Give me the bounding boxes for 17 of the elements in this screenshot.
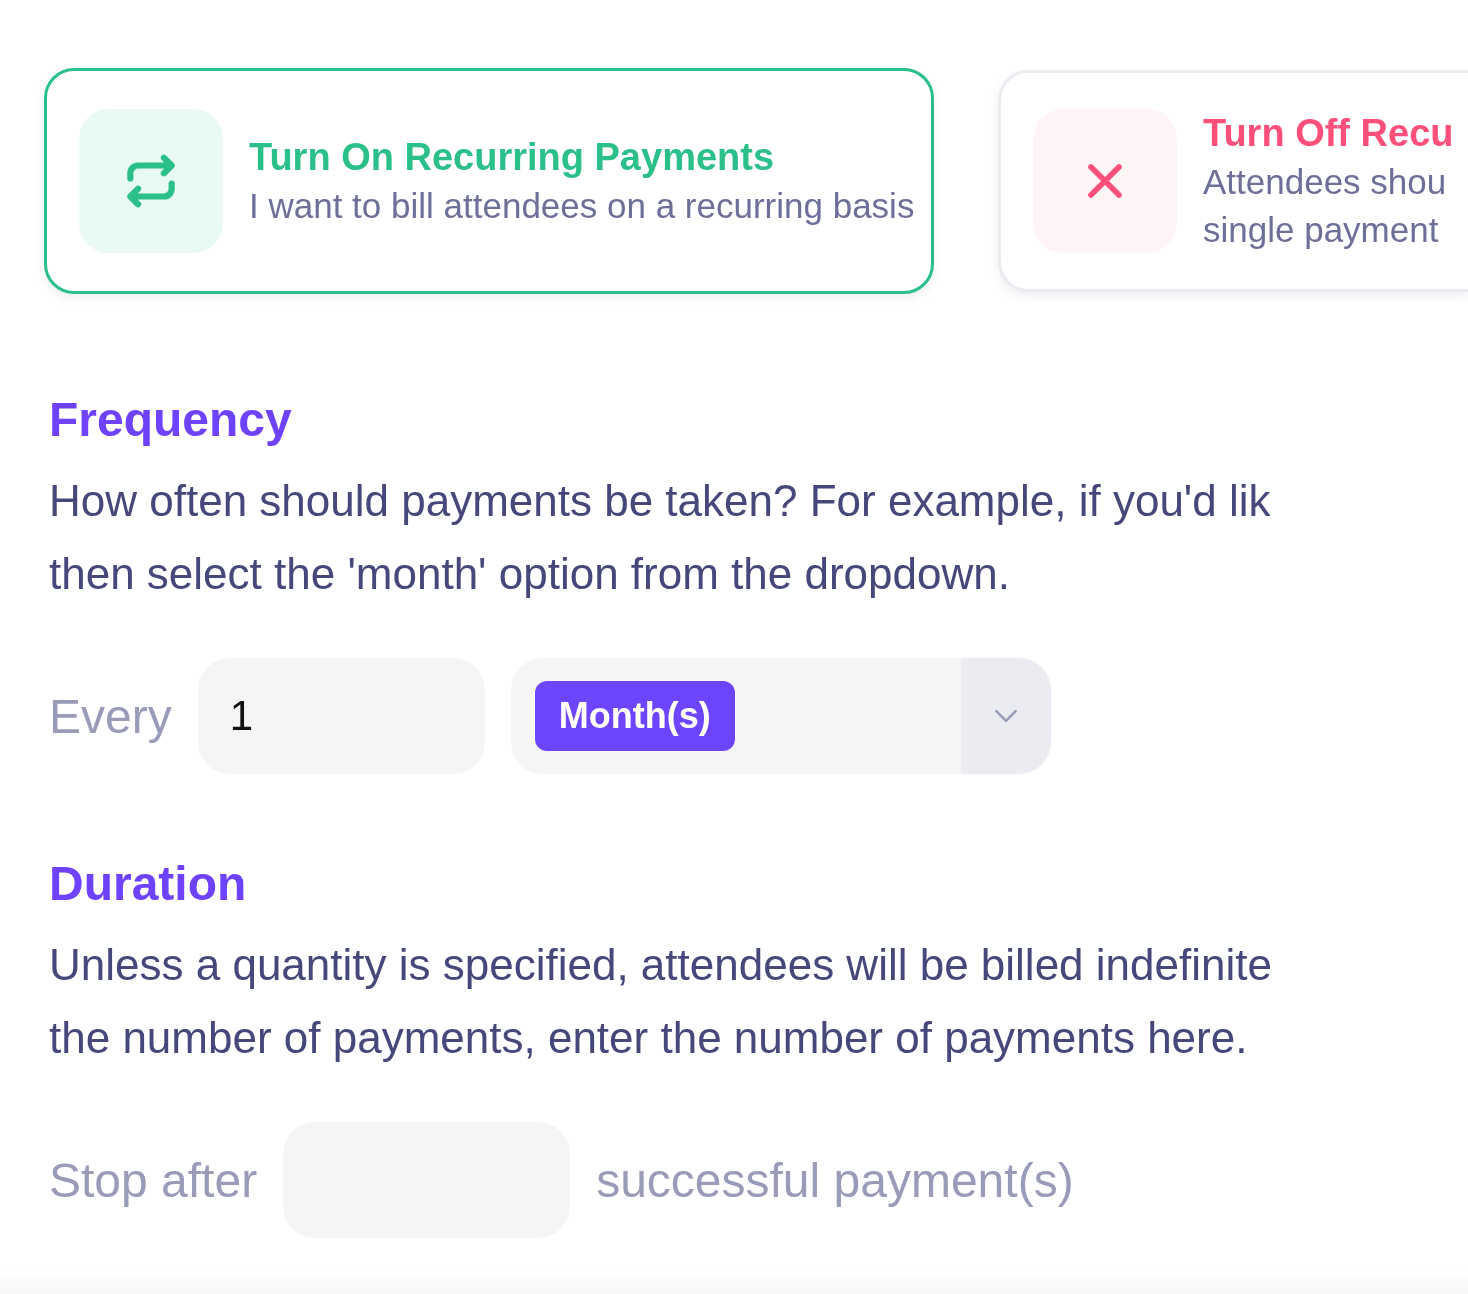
field-label: successful payment(s) (596, 1152, 1074, 1208)
section-heading: Frequency (49, 392, 293, 448)
option-card[interactable]: Turn On Recurring Payments I want to bill attendees on a recurring basis (44, 68, 934, 294)
option-description: I want to bill attendees on a recurring basis (249, 185, 915, 227)
option-card[interactable]: Turn Off Recu Attendees shou single payment (998, 70, 1468, 292)
field-label: Stop after (49, 1152, 258, 1208)
option-title: Turn Off Recu (1203, 111, 1454, 156)
selected-unit-tag: Month(s) (534, 681, 735, 751)
chevron-down-icon (992, 708, 1019, 724)
option-description: Attendees shou single payment (1203, 161, 1448, 251)
section-description: Unless a quantity is specified, attendees will be billed indefinite the number of payments, enter the number of payments here. (49, 939, 1273, 1064)
section-description: How often should payments be taken? For example, if you'd lik then select the 'month' option from the dropdown. (49, 475, 1272, 600)
field-label: Every (49, 688, 172, 744)
option-title: Turn On Recurring Payments (249, 135, 776, 180)
unit-select[interactable]: Month(s) (510, 658, 1051, 774)
number-input[interactable]: 1 (197, 658, 485, 774)
section-heading: Duration (49, 856, 248, 912)
